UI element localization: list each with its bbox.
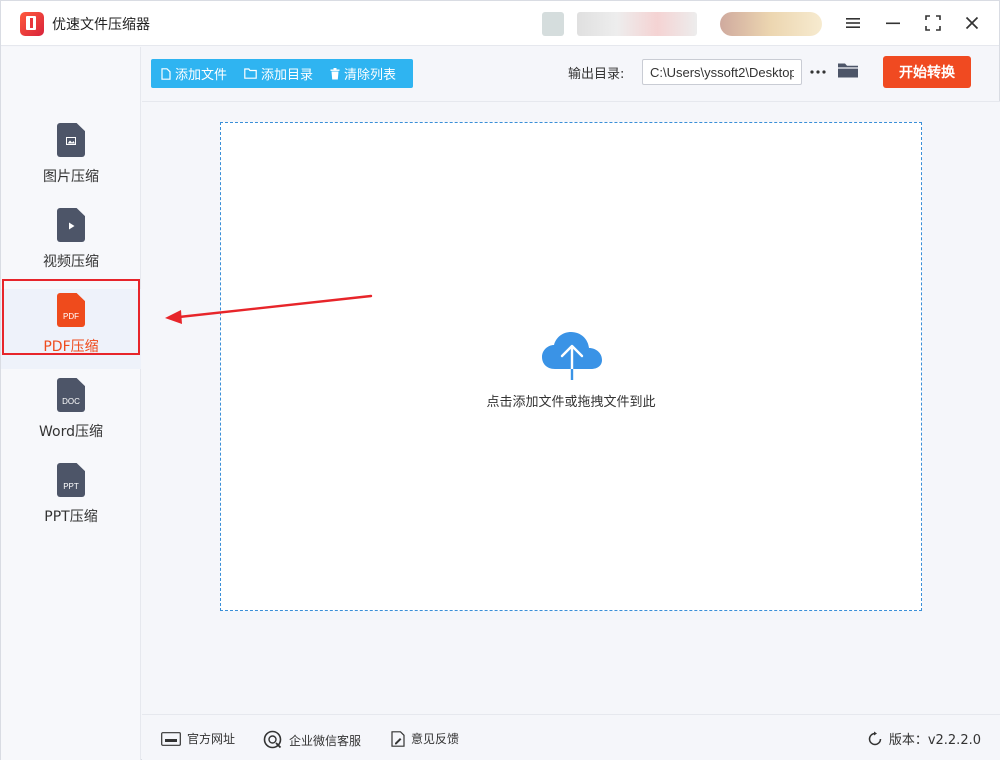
maximize-icon[interactable] (921, 11, 945, 35)
trash-icon (330, 67, 340, 79)
sidebar-item-label: PDF压缩 (43, 339, 99, 355)
start-convert-button[interactable]: 开始转换 (883, 56, 971, 88)
add-file-button[interactable]: 添加文件 (161, 64, 227, 83)
version-info: 版本：v2.2.2.0 (867, 729, 981, 748)
sidebar-item-video-compress[interactable]: 视频压缩 (1, 204, 141, 284)
footer: 官方网址 企业微信客服 意见反馈 版本：v2.2.2.0 (142, 714, 1000, 760)
output-directory-label: 输出目录: (568, 67, 625, 82)
close-icon[interactable] (960, 11, 984, 35)
pdf-badge: PDF (63, 312, 79, 321)
title-bar: 优速文件压缩器 (1, 1, 999, 46)
feedback-icon (391, 730, 405, 747)
sidebar-item-label: PPT压缩 (44, 509, 98, 525)
add-file-label: 添加文件 (175, 68, 228, 83)
sidebar: 图片压缩 视频压缩 PDF PDF压缩 DOC Word压缩 PPT PPT压缩 (1, 47, 141, 760)
feedback-link[interactable]: 意见反馈 (391, 730, 459, 747)
clear-list-button[interactable]: 清除列表 (330, 64, 396, 83)
sidebar-item-label: Word压缩 (39, 424, 103, 440)
feedback-label: 意见反馈 (411, 732, 460, 746)
app-title: 优速文件压缩器 (52, 17, 150, 33)
blurred-account-area (720, 12, 822, 36)
folder-icon (244, 68, 257, 79)
blurred-account-area (542, 12, 564, 36)
cloud-upload-icon (542, 332, 602, 381)
sidebar-item-word-compress[interactable]: DOC Word压缩 (1, 374, 141, 454)
ppt-file-icon: PPT (57, 463, 85, 497)
doc-file-icon: DOC (57, 378, 85, 412)
open-folder-icon[interactable] (837, 61, 861, 83)
file-toolbar: 添加文件 添加目录 清除列表 (151, 59, 413, 88)
pdf-file-icon: PDF (57, 293, 85, 327)
refresh-icon (868, 731, 882, 745)
image-file-icon (57, 123, 85, 157)
file-drop-zone[interactable]: 点击添加文件或拖拽文件到此 (220, 122, 922, 611)
sidebar-item-label: 视频压缩 (43, 254, 99, 270)
file-icon (161, 67, 171, 80)
ppt-badge: PPT (63, 482, 79, 491)
sidebar-item-label: 图片压缩 (43, 169, 99, 185)
menu-icon[interactable] (841, 11, 865, 35)
video-file-icon (57, 208, 85, 242)
app-logo-icon (20, 12, 44, 36)
wechat-icon (263, 730, 282, 749)
blurred-account-area (577, 12, 697, 36)
more-options-icon[interactable] (807, 61, 829, 83)
official-website-label: 官方网址 (187, 732, 236, 746)
wechat-service-link[interactable]: 企业微信客服 (263, 730, 361, 750)
sidebar-item-ppt-compress[interactable]: PPT PPT压缩 (1, 459, 141, 539)
doc-badge: DOC (62, 397, 80, 406)
app-window: 优速文件压缩器 图片压缩 视频压缩 PDF PDF压缩 DOC Word压缩 P… (0, 0, 1000, 760)
add-folder-button[interactable]: 添加目录 (244, 64, 313, 83)
output-directory-input[interactable] (642, 59, 802, 85)
clear-list-label: 清除列表 (344, 68, 397, 83)
sidebar-item-pdf-compress[interactable]: PDF PDF压缩 (1, 289, 141, 369)
sidebar-item-image-compress[interactable]: 图片压缩 (1, 119, 141, 199)
add-folder-label: 添加目录 (261, 68, 314, 83)
website-icon (161, 731, 181, 746)
version-label: 版本：v2.2.2.0 (888, 733, 981, 748)
wechat-service-label: 企业微信客服 (289, 733, 362, 748)
official-website-link[interactable]: 官方网址 (161, 730, 235, 747)
minimize-icon[interactable] (881, 11, 905, 35)
drop-zone-hint: 点击添加文件或拖拽文件到此 (486, 395, 656, 410)
